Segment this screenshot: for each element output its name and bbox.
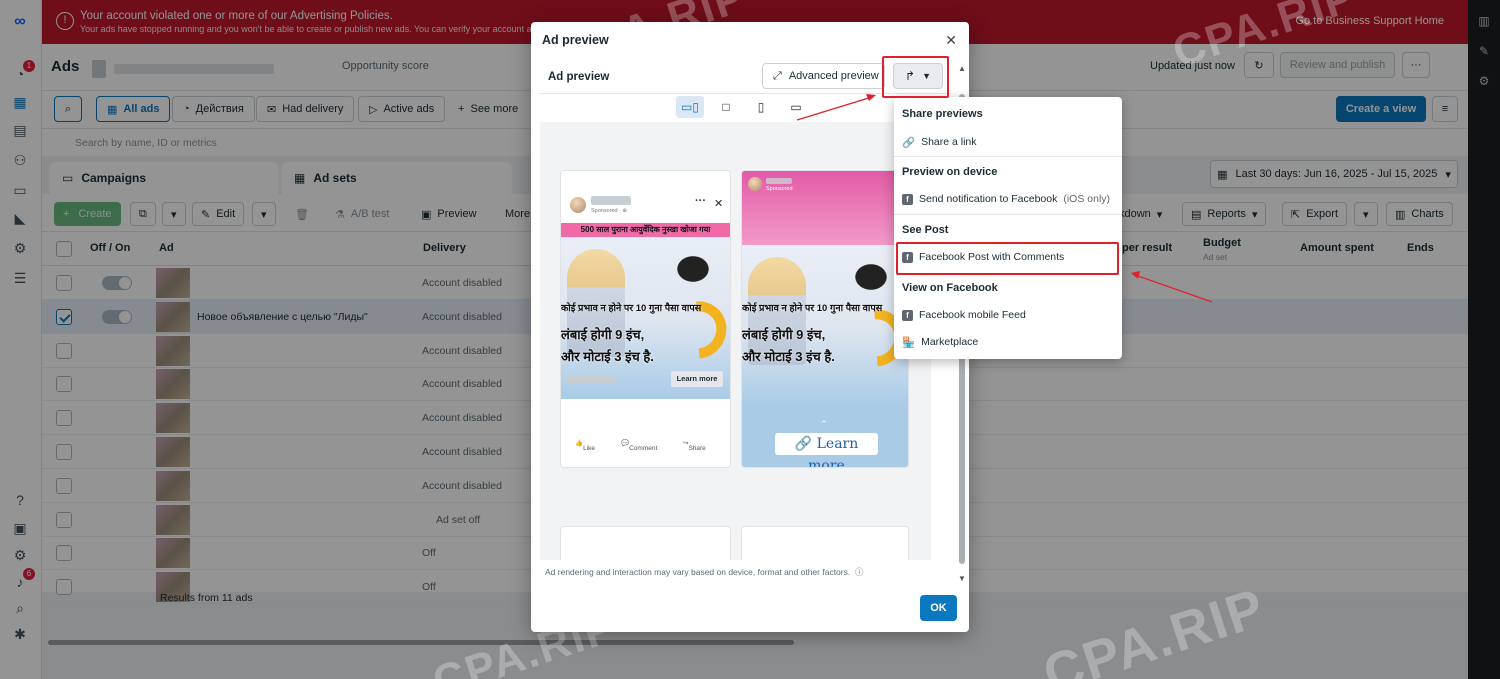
feed-ad-preview: Sponsored · ⊕ ··· ✕ 500 साल पुराना आयुर्…	[560, 170, 731, 468]
ok-button[interactable]: OK	[920, 595, 957, 621]
story-ad-preview: Sponsored कोई प्रभाव न होने पर 10 गुना प…	[741, 170, 909, 468]
ad-creative-image: कोई प्रभाव न होने पर 10 गुना पैसा वापस ल…	[561, 237, 730, 399]
expand-icon: ⤢	[773, 69, 782, 82]
avatar	[748, 177, 762, 191]
dialog-title: Ad preview	[542, 33, 609, 47]
creative-line-3: और मोटाई 3 इंच है.	[561, 349, 654, 364]
like-label: Like	[583, 445, 596, 452]
menu-item-fb-mobile-feed[interactable]: f Facebook mobile Feed	[902, 304, 1114, 326]
share-button[interactable]: ↪ Share	[683, 439, 706, 452]
rendering-disclaimer: Ad rendering and interaction may vary ba…	[545, 566, 863, 578]
menu-item-share-link-label: Share a link	[921, 136, 977, 148]
menu-item-send-notification[interactable]: f Send notification to Facebook (iOS only)	[902, 188, 1114, 210]
menu-item-fb-mobile-feed-label: Facebook mobile Feed	[919, 309, 1026, 321]
menu-header-share-previews: Share previews	[902, 108, 983, 120]
learn-more-button[interactable]: Learn more	[671, 371, 723, 387]
blurred-page-name	[591, 196, 631, 205]
advanced-preview-button[interactable]: ⤢ Advanced preview	[762, 63, 885, 89]
placement-preview-placeholder	[741, 526, 909, 560]
square-icon[interactable]: □	[712, 96, 740, 118]
scroll-up-icon[interactable]: ▲	[958, 64, 966, 73]
menu-header-view-on-facebook: View on Facebook	[902, 282, 998, 294]
story-learn-more-label: Learn more	[808, 436, 859, 468]
bull-logo	[666, 247, 720, 291]
creative-line-3: और मोटाई 3 इंच है.	[742, 349, 835, 364]
blurred-page-name	[766, 178, 792, 184]
preview-section-label: Ad preview	[548, 71, 610, 83]
like-button[interactable]: 👍 Like	[575, 439, 595, 452]
blurred-domain	[565, 375, 615, 383]
sponsored-label: Sponsored	[766, 186, 793, 192]
avatar	[570, 197, 586, 213]
highlight-box-share-button	[882, 56, 949, 98]
creative-banner: 500 साल पुराना आयुर्वेदिक नुस्खा खोजा गय…	[561, 223, 730, 237]
placement-preview-placeholder	[560, 526, 731, 560]
menu-item-share-link[interactable]: 🔗 Share a link	[902, 131, 1114, 153]
mobile-icon[interactable]: ▯	[747, 96, 775, 118]
comment-button[interactable]: 💬 Comment	[621, 439, 657, 452]
creative-line-2: लंबाई होगी 9 इंच,	[561, 327, 645, 342]
advanced-preview-label: Advanced preview	[788, 70, 879, 82]
ios-only-note: (iOS only)	[1063, 193, 1111, 205]
menu-item-marketplace[interactable]: 🏪 Marketplace	[902, 331, 1114, 353]
story-learn-more-button[interactable]: 🔗 Learn more	[775, 433, 878, 467]
share-preview-menu: Share previews 🔗 Share a link Preview on …	[894, 97, 1122, 359]
link-icon: 🔗	[902, 136, 916, 149]
info-icon[interactable]: ⓘ	[855, 567, 864, 577]
creative-line-2: लंबाई होगी 9 इंच,	[742, 327, 826, 342]
highlight-box-fb-post	[896, 242, 1119, 275]
creative-line-1: कोई प्रभाव न होने पर 10 गुना पैसा वापस	[561, 303, 702, 314]
facebook-icon: f	[902, 309, 913, 321]
post-header: Sponsored · ⊕ ··· ✕	[561, 171, 730, 221]
device-switcher: ▭▯ □ ▯ ▭	[539, 96, 939, 120]
menu-divider	[894, 214, 1122, 215]
story-creative-image: कोई प्रभाव न होने पर 10 गुना पैसा वापस ल…	[742, 245, 908, 407]
disclaimer-text: Ad rendering and interaction may vary ba…	[545, 567, 851, 577]
menu-header-preview-on-device: Preview on device	[902, 166, 998, 178]
swipe-up-icon: ⌃	[820, 419, 828, 429]
facebook-icon: f	[902, 193, 913, 205]
landscape-icon[interactable]: ▭	[782, 96, 810, 118]
more-icon[interactable]: ···	[695, 195, 706, 207]
close-icon[interactable]: ✕	[714, 197, 723, 210]
menu-header-see-post: See Post	[902, 224, 949, 236]
preview-canvas: Sponsored · ⊕ ··· ✕ 500 साल पुराना आयुर्…	[540, 122, 931, 560]
post-actions: 👍 Like 💬 Comment ↪ Share	[561, 433, 730, 453]
share-label: Share	[688, 445, 706, 452]
close-icon[interactable]: ✕	[945, 33, 957, 47]
scroll-down-icon[interactable]: ▼	[958, 574, 966, 583]
menu-item-send-notification-label: Send notification to Facebook	[919, 193, 1058, 205]
creative-line-1: कोई प्रभाव न होने पर 10 गुना पैसा वापस	[742, 303, 883, 314]
desktop-mobile-icon[interactable]: ▭▯	[676, 96, 704, 118]
sponsored-label: Sponsored · ⊕	[591, 208, 628, 214]
menu-divider	[894, 156, 1122, 157]
marketplace-icon: 🏪	[902, 336, 916, 349]
menu-item-marketplace-label: Marketplace	[921, 336, 979, 348]
comment-label: Comment	[629, 445, 658, 452]
bull-logo	[844, 255, 898, 299]
